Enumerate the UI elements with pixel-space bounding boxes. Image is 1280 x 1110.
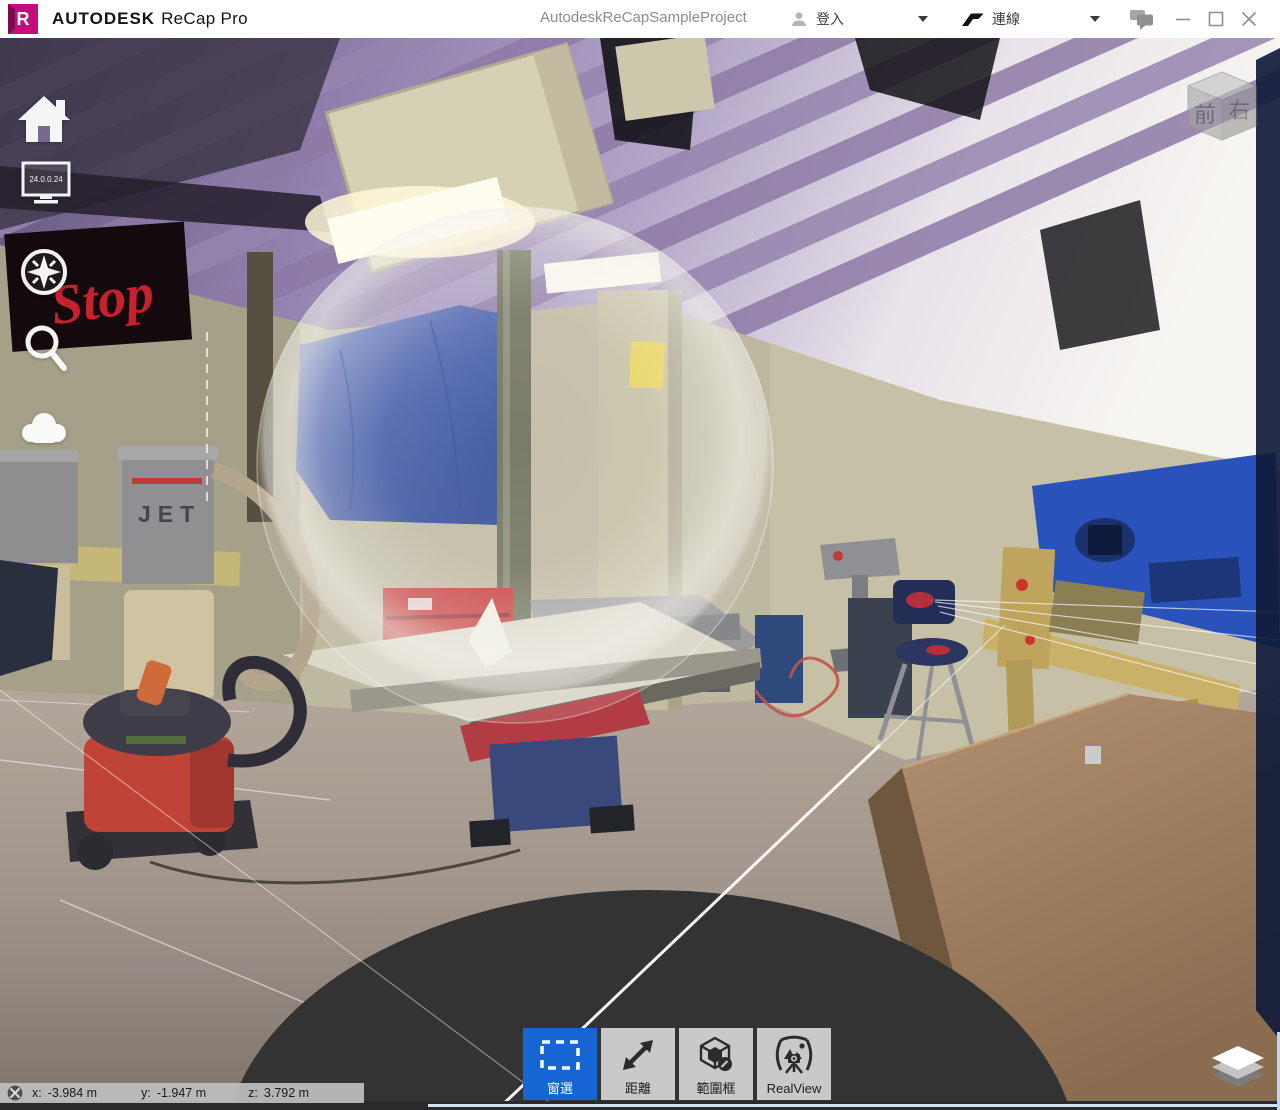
jet-label: JET (138, 501, 201, 527)
bounding-box-icon (696, 1028, 736, 1081)
point-cloud-viewport[interactable]: Stop (0, 38, 1280, 1110)
distance-button[interactable]: 距離 (601, 1028, 675, 1100)
z-coordinate-label: z: (248, 1086, 258, 1100)
connect-caret-icon[interactable] (1090, 16, 1100, 22)
title-bar: R AUTODESK ReCap Pro AutodeskReCapSampleP… (0, 0, 1280, 38)
minimize-icon (1175, 11, 1191, 27)
layers-icon (1208, 1043, 1268, 1093)
user-icon (790, 10, 808, 28)
realview-label: RealView (767, 1081, 822, 1096)
view-cube-right-label: 右 (1228, 98, 1250, 123)
realview-icon (772, 1028, 816, 1081)
bottom-toolbar: 窗選 距離 (523, 1028, 831, 1100)
sign-in-caret-icon[interactable] (918, 16, 928, 22)
sign-in-menu[interactable]: 登入 (790, 0, 928, 38)
logo-fold (8, 4, 15, 34)
coordinates-status-bar: x: -3.984 m y: -1.947 m z: 3.792 m (0, 1083, 364, 1103)
sign-in-label: 登入 (816, 9, 844, 29)
home-button[interactable] (16, 92, 72, 147)
navigation-compass-button[interactable] (19, 247, 69, 300)
distance-label: 距離 (625, 1081, 651, 1096)
compass-icon (19, 247, 69, 297)
maximize-icon (1208, 11, 1224, 27)
realview-scan-sphere[interactable] (257, 207, 773, 723)
view-cube-front-label: 前 (1194, 102, 1216, 127)
y-coordinate-value: -1.947 m (157, 1086, 206, 1100)
magnifier-icon (22, 324, 70, 380)
x-coordinate-value: -3.984 m (48, 1086, 97, 1100)
autodesk-mark-icon (962, 12, 984, 27)
target-icon (7, 1085, 23, 1101)
bounding-box-button[interactable]: 範圍框 (679, 1028, 753, 1100)
connect-menu[interactable]: 連線 (962, 0, 1100, 38)
project-name: AutodeskReCapSampleProject (540, 9, 747, 26)
display-version-button[interactable]: 24.0.0.24 (20, 160, 72, 209)
version-label: 24.0.0.24 (29, 175, 63, 184)
minimize-button[interactable] (1168, 0, 1198, 38)
app-brand: R AUTODESK ReCap Pro (8, 4, 248, 34)
logo-letter: R (17, 9, 30, 30)
chat-bubbles-icon (1129, 9, 1155, 30)
layers-stack-button[interactable] (1206, 1042, 1270, 1096)
recap-logo-icon: R (8, 4, 38, 34)
distance-icon (618, 1028, 658, 1081)
cloud-icon (18, 410, 70, 444)
window-select-button[interactable]: 窗選 (523, 1028, 597, 1100)
connect-label: 連線 (992, 9, 1020, 29)
y-coordinate-label: y: (141, 1086, 151, 1100)
close-button[interactable] (1234, 0, 1264, 38)
view-cube[interactable]: 前 右 (1188, 72, 1256, 140)
bounding-box-label: 範圍框 (696, 1081, 735, 1096)
bottom-edge-highlight (428, 1104, 1280, 1107)
z-coordinate-value: 3.792 m (264, 1086, 309, 1100)
app-title: AUTODESK ReCap Pro (52, 9, 248, 29)
zoom-window-button[interactable] (22, 324, 70, 383)
realview-button[interactable]: RealView (757, 1028, 831, 1100)
feedback-button[interactable] (1122, 0, 1162, 38)
close-icon (1241, 11, 1257, 27)
brand-product: ReCap Pro (161, 9, 248, 28)
brand-autodesk: AUTODESK (52, 9, 155, 28)
maximize-button[interactable] (1201, 0, 1231, 38)
cloud-button[interactable] (18, 410, 70, 447)
window-select-label: 窗選 (547, 1081, 573, 1096)
x-coordinate-label: x: (32, 1086, 42, 1100)
home-icon (16, 92, 72, 144)
right-edge-band (1256, 48, 1280, 1040)
recap-window: R AUTODESK ReCap Pro AutodeskReCapSampleP… (0, 0, 1280, 1110)
window-select-icon (539, 1028, 581, 1081)
monitor-icon: 24.0.0.24 (20, 160, 72, 206)
